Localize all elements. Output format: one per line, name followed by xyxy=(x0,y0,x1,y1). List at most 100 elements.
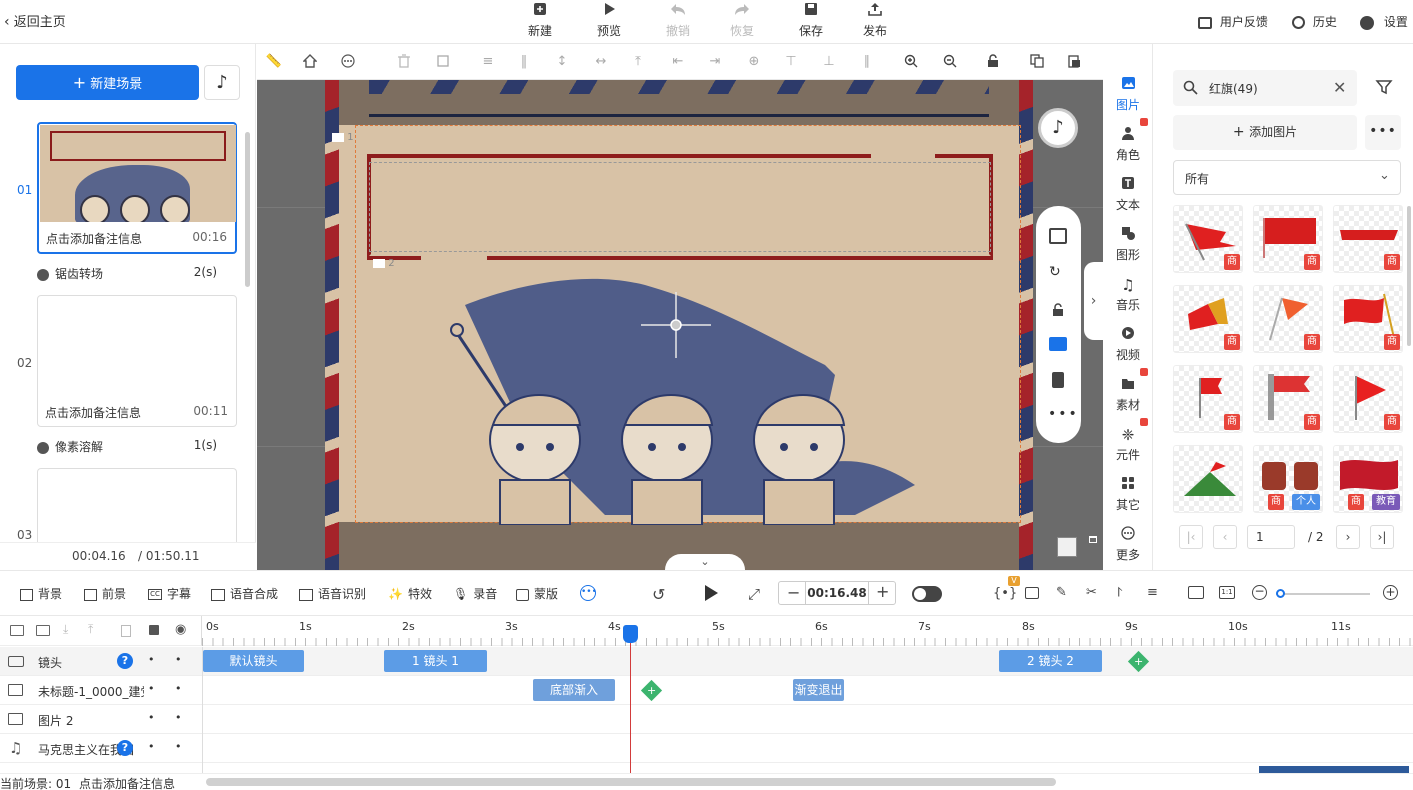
add-folder-icon[interactable] xyxy=(10,625,24,636)
mask-button[interactable]: 蒙版 xyxy=(516,585,558,603)
help-icon[interactable]: ? xyxy=(117,740,133,756)
fit-screen-icon[interactable] xyxy=(1049,228,1067,244)
distribute-h-icon[interactable]: ↔ xyxy=(592,54,610,70)
align-top-icon[interactable]: ⤒ xyxy=(629,54,647,70)
asset-thumb[interactable]: 商 xyxy=(1253,205,1323,273)
dot-icon[interactable]: • xyxy=(175,682,182,695)
back-home-button[interactable]: ‹ 返回主页 xyxy=(4,12,66,32)
dot-icon[interactable]: • xyxy=(175,711,182,724)
minimap-thumbnail[interactable] xyxy=(1057,537,1077,557)
first-page-button[interactable]: |‹ xyxy=(1179,525,1203,549)
new-button[interactable]: 新建 xyxy=(512,2,568,42)
scene-note[interactable]: 点击添加备注信息 xyxy=(46,230,142,247)
plus-icon[interactable]: + xyxy=(876,582,889,601)
help-icon[interactable]: ? xyxy=(117,653,133,669)
rail-item-components[interactable]: ❈ 元件 xyxy=(1103,418,1153,470)
time-stepper[interactable]: − 00:16.48 + xyxy=(778,581,896,605)
split-icon[interactable]: ✂ xyxy=(1086,585,1097,600)
settings-button[interactable]: 设置 xyxy=(1360,13,1408,31)
align-middle-icon[interactable]: ⊕ xyxy=(745,54,763,70)
rail-item-images[interactable]: 图片 xyxy=(1103,74,1153,120)
asset-thumb[interactable]: 商 xyxy=(1253,285,1323,353)
camera-marker-2[interactable]: 2 xyxy=(373,258,395,270)
last-page-button[interactable]: ›| xyxy=(1370,525,1394,549)
record-button[interactable]: 🎙 录音 xyxy=(453,585,497,603)
time-ruler[interactable]: 0s 1s 2s 3s 4s 5s 6s 7s 8s 9s 10s 11s xyxy=(202,616,1413,646)
dot-icon[interactable]: • xyxy=(148,711,155,724)
scene-note-label[interactable]: 点击添加备注信息 xyxy=(79,775,175,790)
crosshair-anchor[interactable] xyxy=(641,292,711,358)
one-to-one-icon[interactable]: 1:1 xyxy=(1219,586,1235,599)
more-icon[interactable]: ••• xyxy=(1048,406,1079,422)
dot-icon[interactable]: • xyxy=(148,740,155,753)
tts-button[interactable]: 语音合成 xyxy=(211,585,278,603)
align-vcenter-icon[interactable]: ∥ xyxy=(858,54,876,70)
filter-icon[interactable]: ⨡ xyxy=(1117,585,1122,600)
distribute-v-icon[interactable]: ↕ xyxy=(553,54,571,70)
align-left-icon[interactable]: ⇤ xyxy=(669,54,687,70)
delete-icon[interactable] xyxy=(395,54,413,70)
history-button[interactable]: 历史 xyxy=(1292,13,1337,31)
fit-width-icon[interactable] xyxy=(1188,586,1204,599)
move-up-icon[interactable]: ⤒ xyxy=(88,622,93,637)
asset-thumb[interactable]: 商 xyxy=(1173,365,1243,433)
asr-button[interactable]: 语音识别 xyxy=(299,585,366,603)
track-camera[interactable]: 镜头 ? • • 默认镜头 1 镜头 1 2 镜头 2 + xyxy=(0,647,1413,676)
clip-default-camera[interactable]: 默认镜头 xyxy=(203,650,304,672)
preview-button[interactable]: 预览 xyxy=(581,2,637,42)
scene-card-01[interactable]: 点击添加备注信息 00:16 xyxy=(37,122,237,254)
asset-scrollbar[interactable] xyxy=(1407,206,1411,346)
camera-icon[interactable] xyxy=(1025,587,1039,599)
scene-card-03[interactable] xyxy=(37,468,237,542)
effects-button[interactable]: ✨ 特效 xyxy=(388,585,432,603)
landscape-icon[interactable] xyxy=(1049,337,1067,351)
prev-page-button[interactable]: ‹ xyxy=(1213,525,1237,549)
track-image-2[interactable]: 图片 2 • • xyxy=(0,705,1413,734)
time-value[interactable]: 00:16.48 xyxy=(805,582,869,604)
fullscreen-icon[interactable]: ⤢ xyxy=(748,585,760,603)
rail-item-text[interactable]: 文本 xyxy=(1103,174,1153,220)
align-right-icon[interactable]: ⇥ xyxy=(706,54,724,70)
playhead-handle[interactable] xyxy=(623,625,638,643)
timeline-scrollbar[interactable] xyxy=(206,778,1056,786)
background-button[interactable]: 背景 xyxy=(20,585,62,603)
scene-music-button[interactable]: ♪ xyxy=(204,65,240,100)
zoom-slider-handle[interactable] xyxy=(1276,589,1285,598)
replay-icon[interactable]: ↺ xyxy=(652,585,665,604)
home-icon[interactable] xyxy=(301,54,319,70)
align-bottom-icon[interactable]: ⊥ xyxy=(820,54,838,70)
add-keyframe-icon[interactable]: + xyxy=(640,679,663,702)
dot-icon[interactable]: • xyxy=(148,682,155,695)
align-center-h-icon[interactable]: ≡ xyxy=(479,54,497,70)
asset-thumb[interactable]: 商 xyxy=(1333,365,1403,433)
edit-icon[interactable]: ✎ xyxy=(1056,585,1067,600)
asset-thumb[interactable]: 商 xyxy=(1333,205,1403,273)
rail-item-shapes[interactable]: 图形 xyxy=(1103,224,1153,270)
scene-scrollbar[interactable] xyxy=(245,132,250,287)
delete-icon[interactable] xyxy=(121,625,131,637)
adjust-icon[interactable]: ≡ xyxy=(1147,585,1158,600)
more-options-button[interactable]: ••• xyxy=(1365,115,1401,150)
rail-item-characters[interactable]: 角色 xyxy=(1103,118,1153,170)
crop-icon[interactable] xyxy=(434,54,452,70)
new-scene-button[interactable]: + 新建场景 xyxy=(16,65,199,100)
dot-icon[interactable]: • xyxy=(148,653,155,666)
play-button[interactable] xyxy=(703,584,719,605)
foreground-button[interactable]: 前景 xyxy=(84,585,126,603)
asset-thumb[interactable]: 商 教育 xyxy=(1333,445,1403,513)
ruler-icon[interactable]: 📏 xyxy=(265,54,283,70)
subtitle-button[interactable]: CC 字幕 xyxy=(148,585,191,603)
rail-item-more[interactable]: 更多 xyxy=(1103,524,1153,570)
clip-exit-animation[interactable]: 渐变退出 xyxy=(793,679,844,701)
redo-button[interactable]: 恢复 xyxy=(714,2,770,42)
asset-thumb[interactable]: 商 xyxy=(1333,285,1403,353)
zoom-out-icon[interactable] xyxy=(941,54,959,70)
search-input[interactable]: 红旗(49) ✕ xyxy=(1173,70,1357,106)
minimap-toggle-icon[interactable] xyxy=(1089,536,1097,543)
paste-icon[interactable] xyxy=(1065,54,1083,70)
align-vtop-icon[interactable]: ⊤ xyxy=(782,54,800,70)
unlock-icon[interactable] xyxy=(1051,303,1065,317)
copy-icon[interactable] xyxy=(1028,54,1046,70)
new-folder-icon[interactable] xyxy=(36,625,50,636)
dot-icon[interactable]: • xyxy=(175,740,182,753)
